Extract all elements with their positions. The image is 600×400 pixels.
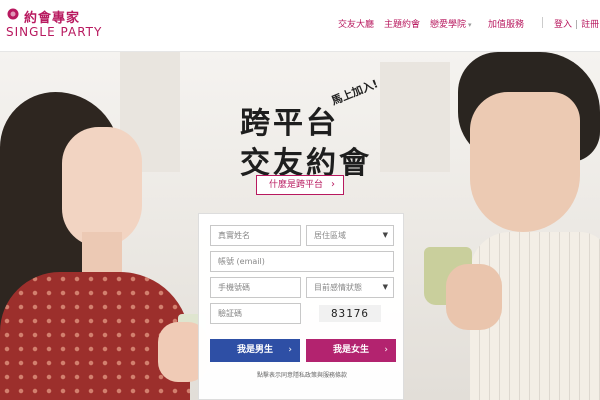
region-select[interactable]: 居住區域 ▼ (306, 225, 394, 246)
site-header: 約會專家 SINGLE PARTY 交友大廳 主題約會 戀愛學院 ▾ 加值服務 登… (0, 0, 600, 52)
field-placeholder: 真實姓名 (218, 231, 250, 240)
nav-item-lobby[interactable]: 交友大廳 (338, 17, 374, 30)
caret-down-icon: ▼ (382, 231, 388, 239)
button-label: 什麼是跨平台 (269, 180, 324, 190)
chevron-right-icon: › (288, 345, 292, 355)
rose-heart-icon (7, 8, 19, 20)
nav-item-theme-dating[interactable]: 主題約會 (384, 17, 420, 30)
nav-item-label: 主題約會 (384, 20, 421, 30)
login-link[interactable]: 登入 (554, 20, 572, 30)
nav-item-label: 交友大廳 (338, 20, 375, 30)
register-link[interactable]: 註冊 (581, 20, 599, 30)
nav-item-premium[interactable]: 加值服務 (488, 17, 524, 30)
brand-name-cn: 約會專家 (24, 11, 81, 26)
chevron-right-icon: › (384, 345, 388, 355)
chevron-right-icon: › (331, 179, 335, 190)
nav-item-label: 加值服務 (488, 20, 525, 30)
button-label: 我是女生 (332, 345, 369, 355)
caret-down-icon: ▾ (468, 21, 472, 29)
brand-name-en: SINGLE PARTY (6, 25, 103, 39)
background-window (380, 62, 450, 172)
auth-links: 登入 | 註冊 (554, 17, 599, 30)
woman-face (62, 127, 142, 247)
captcha-image: 83176 (319, 305, 381, 322)
man-face (470, 92, 580, 232)
field-placeholder: 驗証碼 (218, 309, 242, 318)
signup-form: 真實姓名 居住區域 ▼ 帳號 (email) 手機號碼 目前感情狀態 ▼ 驗証碼… (198, 213, 404, 400)
site-logo[interactable]: 約會專家 SINGLE PARTY (6, 8, 102, 46)
man-hand (446, 264, 502, 330)
field-placeholder: 居住區域 (314, 231, 346, 240)
field-placeholder: 手機號碼 (218, 283, 250, 292)
captcha-input[interactable]: 驗証碼 (210, 303, 301, 324)
nav-item-love-academy[interactable]: 戀愛學院 ▾ (430, 17, 472, 30)
agreement-note[interactable]: 點擊表示同意隱私政策與服務條款 (199, 370, 405, 379)
field-placeholder: 目前感情狀態 (314, 283, 362, 292)
field-placeholder: 帳號 (email) (218, 257, 265, 266)
headline-line-1: 跨平台 (240, 106, 339, 141)
nav-item-label: 戀愛學院 (430, 20, 467, 30)
button-label: 我是男生 (236, 345, 273, 355)
phone-input[interactable]: 手機號碼 (210, 277, 301, 298)
auth-separator: | (575, 20, 579, 30)
relationship-status-select[interactable]: 目前感情狀態 ▼ (306, 277, 394, 298)
nav-divider (542, 17, 543, 28)
email-input[interactable]: 帳號 (email) (210, 251, 394, 272)
caret-down-icon: ▼ (382, 283, 388, 291)
real-name-input[interactable]: 真實姓名 (210, 225, 301, 246)
i-am-male-button[interactable]: 我是男生 › (210, 339, 300, 362)
i-am-female-button[interactable]: 我是女生 › (306, 339, 396, 362)
what-is-cross-platform-button[interactable]: 什麼是跨平台 › (256, 175, 344, 195)
